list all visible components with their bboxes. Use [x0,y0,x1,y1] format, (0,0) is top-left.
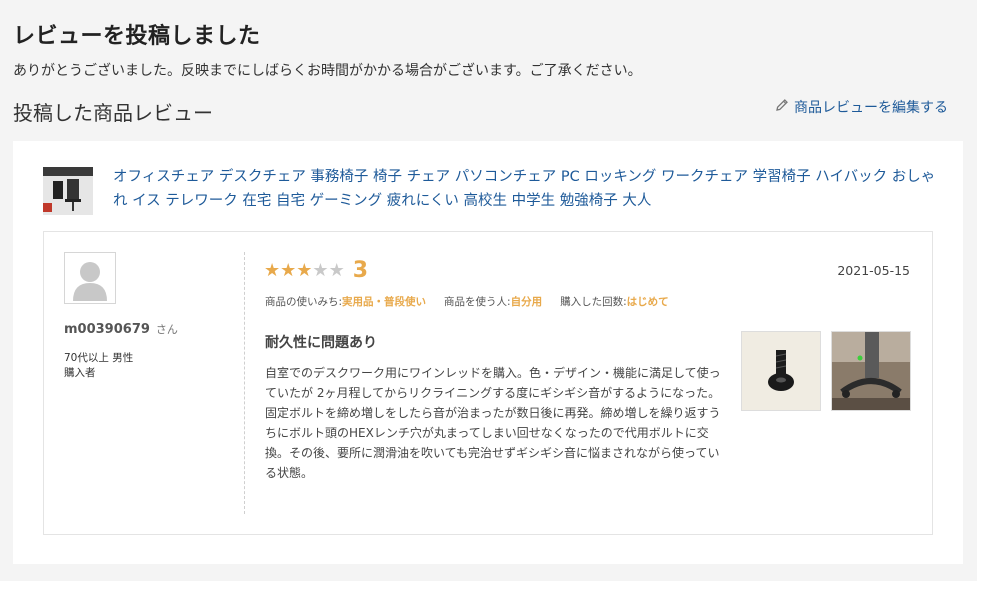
star-row: ★★★★★ [264,259,345,281]
reviewer-info: 70代以上 男性 購入者 [64,351,133,381]
divider [244,252,245,514]
review-photo-chair-base[interactable] [831,331,911,411]
review-body: 自室でのデスクワーク用にワインレッドを購入。色・デザイン・機能に満足して使ってい… [265,366,721,480]
reviewer-honorific: さん [155,323,178,336]
edit-review-label: 商品レビューを編集する [794,100,948,116]
page-title: レビューを投稿しました [13,24,261,49]
meta-user: 商品を使う人:自分用 [444,296,543,308]
reviewer-buyer-status: 購入者 [64,367,96,379]
star-empty-icon: ★ [328,259,345,281]
star-filled-icon: ★ [264,259,281,281]
review-title: 耐久性に問題あり [265,335,377,351]
edit-review-link[interactable]: 商品レビューを編集する [774,97,948,117]
meta-purchase-count: 購入した回数:はじめて [560,296,669,308]
section-title: 投稿した商品レビュー [13,101,213,125]
thanks-message: ありがとうございました。反映までにしばらくお時間がかかる場合がございます。ご了承… [13,63,642,79]
product-thumbnail[interactable] [43,167,93,215]
star-filled-icon: ★ [280,259,297,281]
reviewer-age-gender: 70代以上 男性 [64,352,134,364]
review-box: m00390679 さん 70代以上 男性 購入者 ★★★★★ 3 2021-05… [43,231,933,535]
reviewer-name: m00390679 さん [64,321,178,337]
review-card: オフィスチェア デスクチェア 事務椅子 椅子 チェア パソコンチェア PC ロッ… [13,141,963,564]
star-filled-icon: ★ [296,259,313,281]
avatar [64,252,116,304]
review-meta: 商品の使いみち:実用品・普段使い 商品を使う人:自分用 購入した回数:はじめて [265,294,669,309]
product-title-link[interactable]: オフィスチェア デスクチェア 事務椅子 椅子 チェア パソコンチェア PC ロッ… [113,165,943,213]
review-photo-bolt[interactable] [741,331,821,411]
star-empty-icon: ★ [312,259,329,281]
rating-number: 3 [352,258,369,283]
page-background: レビューを投稿しました ありがとうございました。反映までにしばらくお時間がかかる… [0,0,977,581]
review-date: 2021-05-15 [837,263,910,278]
reviewer-id: m00390679 [64,322,150,337]
meta-usage: 商品の使いみち:実用品・普段使い [265,296,427,308]
rating-stars: ★★★★★ 3 [264,258,368,283]
pencil-icon [774,97,790,117]
